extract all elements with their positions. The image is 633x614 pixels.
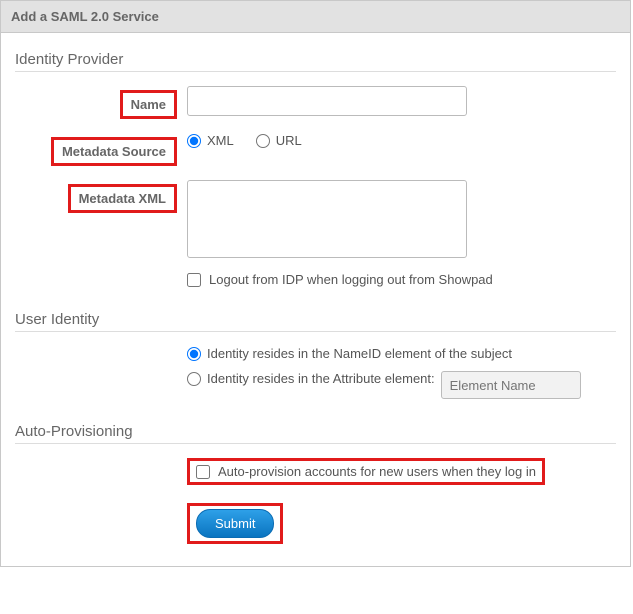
- checkbox-auto-provision[interactable]: Auto-provision accounts for new users wh…: [196, 464, 536, 479]
- dialog-title: Add a SAML 2.0 Service: [1, 1, 630, 33]
- radio-attribute[interactable]: [187, 372, 201, 386]
- radio-option-url[interactable]: URL: [256, 133, 302, 148]
- label-metadata-source: Metadata Source: [51, 137, 177, 166]
- radio-xml-label: XML: [207, 133, 234, 148]
- dialog-body: Identity Provider Name Metadata Source X…: [1, 33, 630, 566]
- row-submit: Submit: [15, 503, 616, 544]
- label-name: Name: [120, 90, 177, 119]
- checkbox-auto-provision-label: Auto-provision accounts for new users wh…: [218, 464, 536, 479]
- divider: [15, 71, 616, 72]
- name-input[interactable]: [187, 86, 467, 116]
- row-logout-option: Logout from IDP when logging out from Sh…: [15, 272, 616, 287]
- row-identity-nameid: Identity resides in the NameID element o…: [15, 346, 616, 361]
- radio-url[interactable]: [256, 134, 270, 148]
- label-metadata-xml: Metadata XML: [68, 184, 177, 213]
- divider: [15, 443, 616, 444]
- highlight-auto-provision: Auto-provision accounts for new users wh…: [187, 458, 545, 485]
- row-metadata-xml: Metadata XML: [15, 180, 616, 258]
- row-auto-provision: Auto-provision accounts for new users wh…: [15, 458, 616, 485]
- checkbox-auto-provision-input[interactable]: [196, 465, 210, 479]
- radio-option-nameid[interactable]: Identity resides in the NameID element o…: [187, 346, 512, 361]
- radio-xml[interactable]: [187, 134, 201, 148]
- radio-attribute-label: Identity resides in the Attribute elemen…: [207, 371, 435, 386]
- submit-button[interactable]: Submit: [196, 509, 274, 538]
- radio-option-xml[interactable]: XML: [187, 133, 234, 148]
- radio-url-label: URL: [276, 133, 302, 148]
- highlight-submit: Submit: [187, 503, 283, 544]
- row-name: Name: [15, 86, 616, 119]
- divider: [15, 331, 616, 332]
- attribute-element-name-input[interactable]: [441, 371, 581, 399]
- checkbox-logout-idp[interactable]: Logout from IDP when logging out from Sh…: [187, 272, 493, 287]
- row-identity-attribute: Identity resides in the Attribute elemen…: [15, 371, 616, 399]
- row-metadata-source: Metadata Source XML URL: [15, 133, 616, 166]
- metadata-xml-textarea[interactable]: [187, 180, 467, 258]
- radio-nameid[interactable]: [187, 347, 201, 361]
- radio-option-attribute[interactable]: Identity resides in the Attribute elemen…: [187, 371, 435, 386]
- radio-nameid-label: Identity resides in the NameID element o…: [207, 346, 512, 361]
- checkbox-logout-idp-label: Logout from IDP when logging out from Sh…: [209, 272, 493, 287]
- section-title-auto-provisioning: Auto-Provisioning: [15, 423, 616, 440]
- section-title-idp: Identity Provider: [15, 51, 616, 68]
- section-title-user-identity: User Identity: [15, 311, 616, 328]
- checkbox-logout-idp-input[interactable]: [187, 273, 201, 287]
- dialog-add-saml-service: Add a SAML 2.0 Service Identity Provider…: [0, 0, 631, 567]
